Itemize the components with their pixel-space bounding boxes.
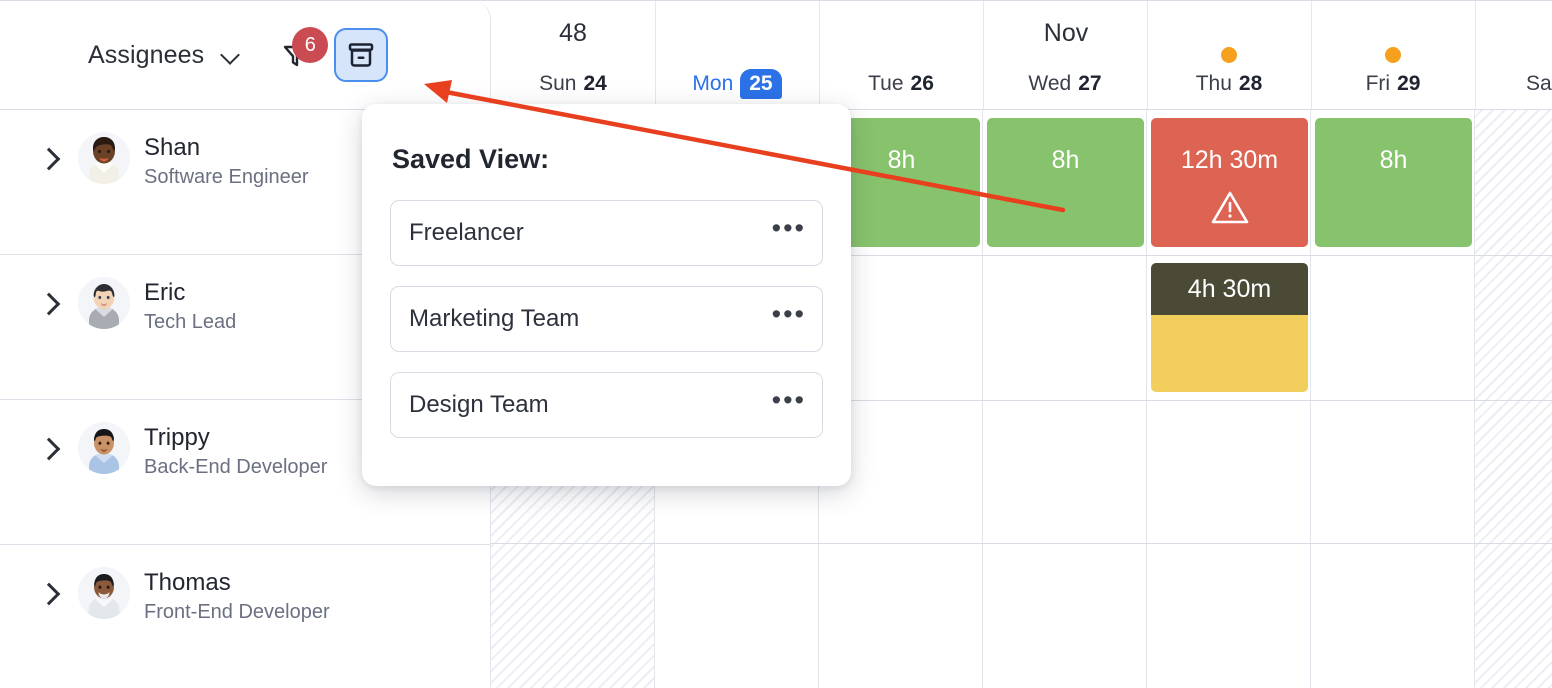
assignee-row[interactable]: Thomas Front-End Developer [0,545,490,688]
day-header-thu-28[interactable]: Thu 28 [1147,47,1311,109]
avatar [78,132,130,184]
chevron-down-icon[interactable] [220,44,242,66]
chevron-right-icon[interactable] [32,142,66,176]
days-row: Sun 24 Mon 25 Tue 26 Wed 27 Thu 28 Fri 29 Sat30 [491,47,1552,109]
saved-view-label: Design Team [409,391,549,418]
task-block[interactable]: 8h [1315,118,1472,247]
assignee-role: Front-End Developer [144,601,330,623]
saved-view-label: Marketing Team [409,305,580,332]
archive-view-button[interactable] [334,28,389,82]
task-duration-label: 8h [1379,146,1408,174]
day-header-fri-29[interactable]: Fri 29 [1311,47,1475,109]
overallocation-warning-icon [1210,189,1250,232]
day-event-dot [1221,47,1237,63]
header-column-separator [819,1,820,109]
chevron-right-icon[interactable] [32,432,66,466]
month-label: Nov [1043,19,1089,47]
day-event-dot [1385,47,1401,63]
day-number: 26 [910,72,934,95]
archive-box-icon [349,43,374,67]
header-column-separator [983,1,984,109]
saved-view-popup: Saved View: Freelancer ••• Marketing Team •… [362,104,851,486]
task-block[interactable]: 4h 30m [1151,263,1308,392]
week-number: 48 [559,19,587,47]
day-header-tue-26[interactable]: Tue 26 [819,59,983,109]
assignee-info: Shan Software Engineer [144,132,309,189]
avatar [78,422,130,474]
avatar [78,567,130,619]
header-column-separator [1475,1,1476,109]
day-header-sun-24[interactable]: Sun 24 [491,59,655,109]
chevron-right-icon[interactable] [32,577,66,611]
assignee-name: Eric [144,279,186,306]
day-header-sat-30[interactable]: Sat30 [1475,59,1552,109]
day-name: Wed [1028,72,1072,95]
day-name: Mon [692,72,734,95]
saved-view-label: Freelancer [409,219,524,246]
assignee-info: Eric Tech Lead [144,277,236,334]
task-duration-label: 8h [1051,146,1080,174]
day-number: 24 [583,72,607,95]
assignee-name: Trippy [144,424,210,451]
day-number: 29 [1397,72,1421,95]
day-number: 25 [740,68,782,99]
grid-row-divider [491,543,1552,544]
more-options-icon[interactable]: ••• [772,301,806,331]
day-name: Fri [1365,72,1391,95]
task-duration-label: 8h [887,146,916,174]
assignee-role: Back-End Developer [144,456,328,478]
assignee-name: Shan [144,134,201,161]
date-header: 48 Nov Sun 24 Mon 25 Tue 26 Wed 27 Thu 28 Fri 29 Sat… [491,1,1552,109]
popup-title: Saved View: [392,144,550,174]
assignee-info: Trippy Back-End Developer [144,422,327,479]
saved-view-item[interactable]: Freelancer ••• [390,200,823,266]
saved-view-item[interactable]: Design Team ••• [390,372,823,438]
scheduling-timeline-app: 8h 8h 12h 30m 8h 4h 30m Shan Software En… [0,0,1552,688]
assignee-role: Software Engineer [144,166,309,188]
day-name: Sun [539,72,577,95]
assignee-name: Thomas [144,569,231,596]
day-number: 28 [1238,72,1263,95]
day-number: 27 [1078,72,1102,95]
saved-view-item[interactable]: Marketing Team ••• [390,286,823,352]
header-column-separator [655,1,656,109]
task-block[interactable]: 12h 30m [1151,118,1308,247]
assignee-info: Thomas Front-End Developer [144,567,330,624]
task-secondary-segment [1151,315,1308,392]
filter-control[interactable]: 6 [280,27,329,73]
top-header: 48 Nov Sun 24 Mon 25 Tue 26 Wed 27 Thu 28 Fri 29 Sat… [0,0,1552,110]
task-duration-label: 12h 30m [1180,146,1279,174]
header-column-separator [1311,1,1312,109]
chevron-right-icon[interactable] [32,287,66,321]
task-block[interactable]: 8h [987,118,1144,247]
header-column-separator [1147,1,1148,109]
filter-badge: 6 [292,27,329,63]
day-name: Sat [1526,72,1552,95]
day-name: Tue [868,72,904,95]
day-name: Thu [1195,72,1232,95]
day-header-wed-27[interactable]: Wed 27 [983,59,1147,109]
more-options-icon[interactable]: ••• [772,387,806,417]
assignees-toolbar: Assignees 6 [0,1,491,109]
grid-column-sat-30[interactable] [1475,110,1552,688]
avatar [78,277,130,329]
assignee-role: Tech Lead [144,311,237,333]
day-header-mon-25[interactable]: Mon 25 [655,59,819,109]
more-options-icon[interactable]: ••• [772,215,806,245]
saved-view-list: Freelancer ••• Marketing Team ••• Design Tea… [390,200,823,438]
assignees-label: Assignees [88,40,205,69]
task-duration-label: 4h 30m [1151,263,1308,315]
